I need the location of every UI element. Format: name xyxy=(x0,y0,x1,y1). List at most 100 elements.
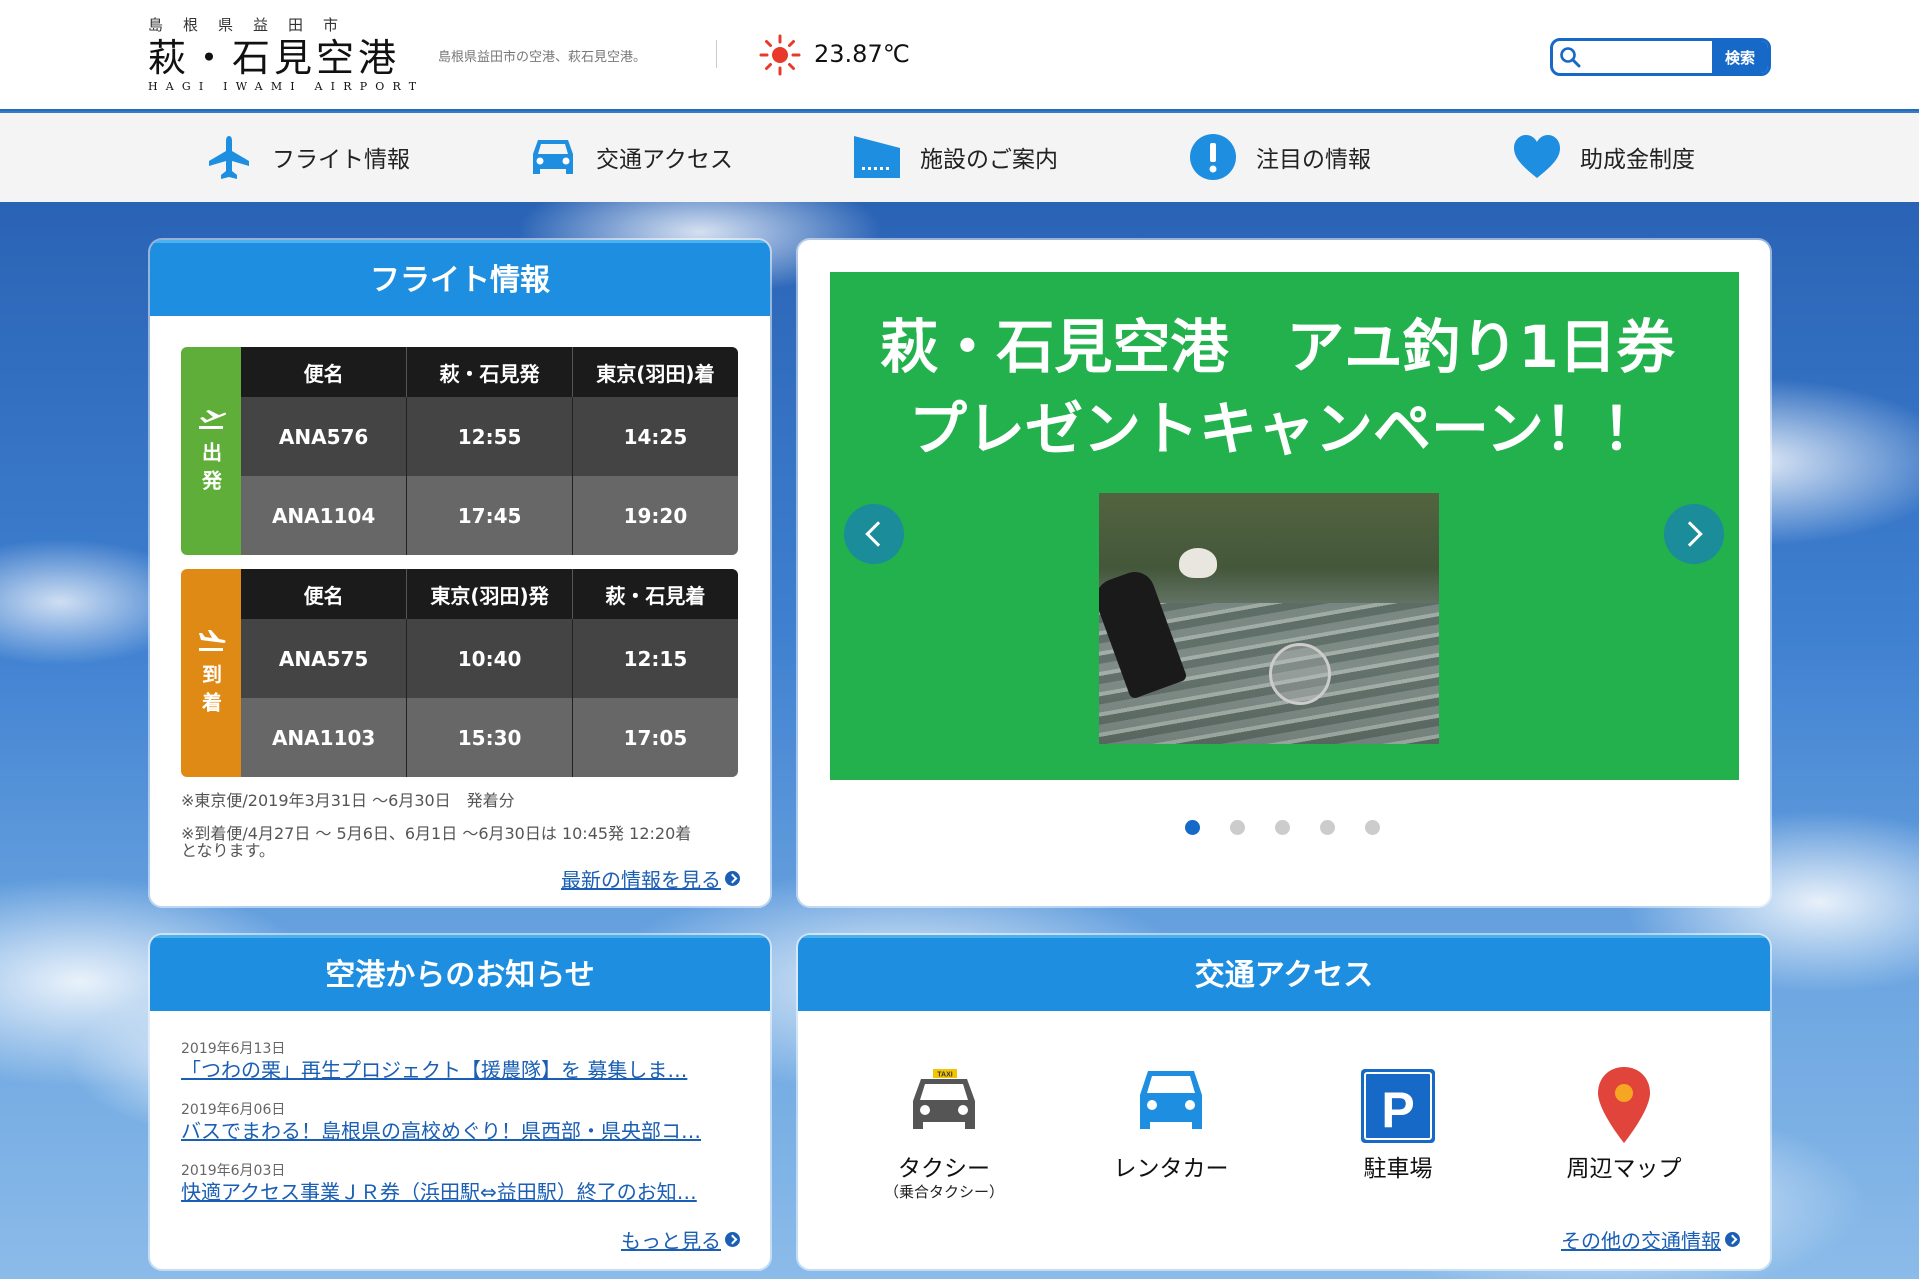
access-item-taxi[interactable]: TAXI タクシー （乗合タクシー） xyxy=(844,1065,1044,1201)
table-row: ANA576 12:55 14:25 xyxy=(241,397,738,476)
list-item: 2019年6月13日 「つわの栗」再生プロジェクト【援農隊】を 募集しま… xyxy=(181,1041,741,1102)
header-divider xyxy=(716,40,717,68)
flight-info-panel: フライト情報 出発 便名 萩・石見発 東京(羽田)着 ANA576 12:55 … xyxy=(150,240,770,906)
chevron-right-icon xyxy=(725,1232,740,1247)
list-item: 2019年6月03日 快適アクセス事業ＪＲ券（浜田駅⇔益田駅）終了のお知… xyxy=(181,1163,741,1224)
news-date: 2019年6月06日 xyxy=(181,1102,286,1118)
nav-item-flight[interactable]: フライト情報 xyxy=(204,131,410,183)
logo-title: 萩・石見空港 xyxy=(148,36,401,80)
flight-number: ANA1104 xyxy=(241,476,408,555)
search-input[interactable] xyxy=(1585,41,1711,73)
landing-icon xyxy=(199,630,226,651)
airplane-icon xyxy=(209,136,249,179)
news-date: 2019年6月03日 xyxy=(181,1163,286,1179)
logo-english: HAGI IWAMI AIRPORT xyxy=(148,80,425,93)
flight-more-link[interactable]: 最新の情報を見る xyxy=(561,864,740,893)
departure-text: 出発 xyxy=(198,442,223,498)
arrival-label: 到着 xyxy=(181,569,241,777)
slider-dot[interactable] xyxy=(1275,820,1290,835)
exclamation-icon xyxy=(1190,134,1236,180)
arrival-block: 到着 便名 東京(羽田)発 萩・石見着 ANA575 10:40 12:15 A… xyxy=(181,569,738,777)
nav-item-label: フライト情報 xyxy=(272,147,410,173)
more-link-label: もっと見る xyxy=(621,1229,721,1253)
chevron-right-icon xyxy=(1725,1232,1740,1247)
slider-next-button[interactable] xyxy=(1664,504,1724,564)
slider-dot[interactable] xyxy=(1365,820,1380,835)
search-button[interactable]: 検索 xyxy=(1712,41,1768,73)
svg-text:TAXI: TAXI xyxy=(937,1072,952,1079)
table-header: 便名 xyxy=(241,569,408,619)
slider-dot[interactable] xyxy=(1320,820,1335,835)
site-header: 島根県益田市 萩・石見空港 HAGI IWAMI AIRPORT 島根県益田市の… xyxy=(0,0,1919,111)
slider-dot[interactable] xyxy=(1185,820,1200,835)
more-link-label: 最新の情報を見る xyxy=(561,868,721,892)
nav-item-access[interactable]: 交通アクセス xyxy=(528,131,733,183)
access-label: タクシー xyxy=(898,1156,990,1182)
flight-panel-title: フライト情報 xyxy=(150,240,770,316)
site-logo[interactable]: 島根県益田市 萩・石見空港 HAGI IWAMI AIRPORT xyxy=(148,14,425,93)
nav-item-facility[interactable]: 施設のご案内 xyxy=(852,131,1058,183)
departure-block: 出発 便名 萩・石見発 東京(羽田)着 ANA576 12:55 14:25 A… xyxy=(181,347,738,555)
arrival-text: 到着 xyxy=(198,664,223,720)
search-icon xyxy=(1560,47,1581,68)
nav-item-label: 施設のご案内 xyxy=(920,147,1058,173)
nav-item-subsidy[interactable]: 助成金制度 xyxy=(1512,131,1695,183)
access-more-link[interactable]: その他の交通情報 xyxy=(1561,1225,1740,1254)
access-item-map[interactable]: 周辺マップ xyxy=(1524,1065,1724,1183)
temperature: 23.87℃ xyxy=(814,40,910,68)
departure-time: 12:55 xyxy=(406,397,573,476)
news-more-link[interactable]: もっと見る xyxy=(621,1225,740,1254)
nav-item-label: 交通アクセス xyxy=(596,147,733,173)
table-row: ANA575 10:40 12:15 xyxy=(241,619,738,698)
slider-prev-button[interactable] xyxy=(844,504,904,564)
access-label: レンタカー xyxy=(1113,1156,1229,1182)
news-panel-title: 空港からのお知らせ xyxy=(150,935,770,1011)
flight-note: となります。 xyxy=(181,841,275,860)
nav-item-label: 助成金制度 xyxy=(1580,147,1695,173)
access-item-parking[interactable]: P 駐車場 xyxy=(1298,1065,1498,1183)
arrival-time: 14:25 xyxy=(572,397,738,476)
arrival-table: 便名 東京(羽田)発 萩・石見着 ANA575 10:40 12:15 ANA1… xyxy=(241,569,738,777)
heart-icon xyxy=(1514,135,1560,178)
news-panel: 空港からのお知らせ 2019年6月13日 「つわの栗」再生プロジェクト【援農隊】… xyxy=(150,935,770,1269)
departure-table: 便名 萩・石見発 東京(羽田)着 ANA576 12:55 14:25 ANA1… xyxy=(241,347,738,555)
logo-prefecture: 島根県益田市 xyxy=(148,16,359,34)
flight-number: ANA1103 xyxy=(241,698,408,777)
slide-title: 萩・石見空港 アユ釣り1日券 プレゼントキャンペーン！！ xyxy=(830,306,1739,470)
departure-label: 出発 xyxy=(181,347,241,555)
news-link[interactable]: 快適アクセス事業ＪＲ券（浜田駅⇔益田駅）終了のお知… xyxy=(181,1179,726,1205)
departure-time: 10:40 xyxy=(406,619,573,698)
arrival-time: 17:05 xyxy=(572,698,738,777)
flight-number: ANA575 xyxy=(241,619,408,698)
slider-dots xyxy=(1185,820,1380,835)
access-panel-title: 交通アクセス xyxy=(798,935,1770,1011)
search-box: 検索 xyxy=(1550,38,1771,76)
news-list: 2019年6月13日 「つわの栗」再生プロジェクト【援農隊】を 募集しま… 20… xyxy=(181,1041,741,1224)
news-link[interactable]: 「つわの栗」再生プロジェクト【援農隊】を 募集しま… xyxy=(181,1057,726,1083)
slide-title-line1: 萩・石見空港 アユ釣り1日券 xyxy=(880,313,1675,381)
car-icon xyxy=(533,140,573,174)
nav-item-label: 注目の情報 xyxy=(1256,147,1371,173)
takeoff-icon xyxy=(199,410,226,429)
news-link[interactable]: バスでまわる！島根県の高校めぐり！県西部・県央部コ… xyxy=(181,1118,726,1144)
access-panel: 交通アクセス TAXI タクシー （乗合タクシー） レンタカー P 駐車場 周辺 xyxy=(798,935,1770,1269)
svg-text:P: P xyxy=(1381,1082,1414,1138)
table-header: 東京(羽田)発 xyxy=(406,569,573,619)
slide[interactable]: 萩・石見空港 アユ釣り1日券 プレゼントキャンペーン！！ xyxy=(830,272,1739,780)
slide-title-line2: プレゼントキャンペーン！！ xyxy=(908,395,1661,463)
access-sublabel: （乗合タクシー） xyxy=(883,1183,1004,1201)
arrival-time: 12:15 xyxy=(572,619,738,698)
arrival-time: 19:20 xyxy=(572,476,738,555)
building-icon xyxy=(854,136,900,178)
main-nav: フライト情報 交通アクセス 施設のご案内 注目の情報 助成金制度 xyxy=(0,113,1919,202)
nav-item-notice[interactable]: 注目の情報 xyxy=(1188,131,1371,183)
campaign-slider: 萩・石見空港 アユ釣り1日券 プレゼントキャンペーン！！ xyxy=(798,240,1770,906)
slider-dot[interactable] xyxy=(1230,820,1245,835)
access-item-rental-car[interactable]: レンタカー xyxy=(1071,1065,1271,1183)
departure-time: 17:45 xyxy=(406,476,573,555)
table-row: ANA1104 17:45 19:20 xyxy=(241,476,738,555)
access-label: 駐車場 xyxy=(1363,1156,1433,1182)
flight-note: ※東京便/2019年3月31日 ～6月30日 発着分 xyxy=(181,791,515,810)
parking-icon: P xyxy=(1361,1069,1435,1143)
table-header: 東京(羽田)着 xyxy=(572,347,738,397)
